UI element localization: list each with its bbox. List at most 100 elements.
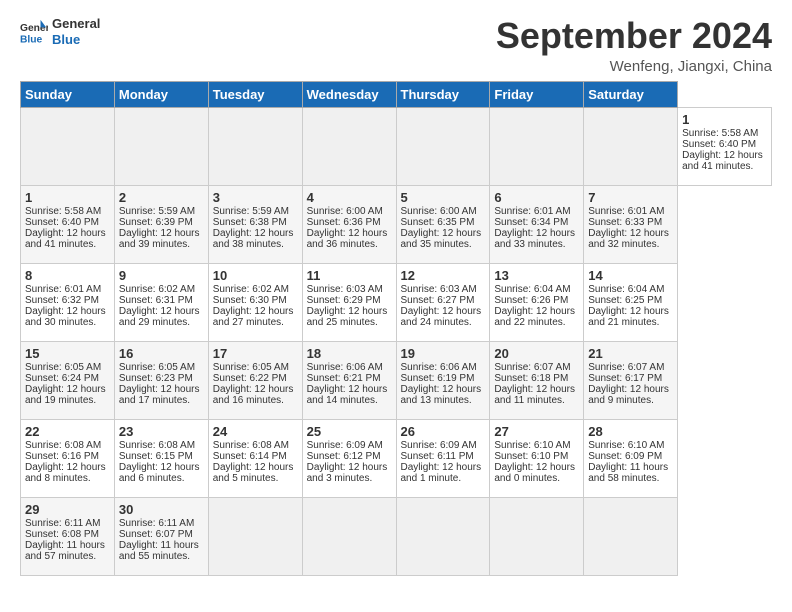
day-number: 6 xyxy=(494,190,579,205)
day-detail: Daylight: 12 hours xyxy=(307,306,392,317)
day-detail: Sunset: 6:40 PM xyxy=(682,139,767,150)
day-detail: Daylight: 12 hours xyxy=(682,150,767,161)
day-number: 30 xyxy=(119,502,204,517)
day-detail: Daylight: 12 hours xyxy=(588,384,673,395)
calendar-cell xyxy=(302,107,396,185)
calendar-cell: 28Sunrise: 6:10 AMSunset: 6:09 PMDayligh… xyxy=(584,419,678,497)
day-detail: Sunset: 6:40 PM xyxy=(25,217,110,228)
day-detail: Daylight: 12 hours xyxy=(119,384,204,395)
day-detail: Sunrise: 6:10 AM xyxy=(494,440,579,451)
day-detail: Sunrise: 6:01 AM xyxy=(494,206,579,217)
calendar-cell xyxy=(396,497,490,575)
calendar-cell: 14Sunrise: 6:04 AMSunset: 6:25 PMDayligh… xyxy=(584,263,678,341)
day-detail: and 21 minutes. xyxy=(588,317,673,328)
calendar-cell xyxy=(208,107,302,185)
day-detail: Sunset: 6:23 PM xyxy=(119,373,204,384)
calendar-cell: 22Sunrise: 6:08 AMSunset: 6:16 PMDayligh… xyxy=(21,419,115,497)
day-detail: Sunset: 6:12 PM xyxy=(307,451,392,462)
col-header-wednesday: Wednesday xyxy=(302,81,396,107)
logo: General Blue General Blue xyxy=(20,16,100,47)
day-detail: and 29 minutes. xyxy=(119,317,204,328)
day-detail: Sunset: 6:21 PM xyxy=(307,373,392,384)
day-detail: and 30 minutes. xyxy=(25,317,110,328)
day-detail: and 36 minutes. xyxy=(307,239,392,250)
calendar-cell xyxy=(490,107,584,185)
day-detail: Daylight: 12 hours xyxy=(213,306,298,317)
day-detail: Daylight: 12 hours xyxy=(307,384,392,395)
title-block: September 2024 Wenfeng, Jiangxi, China xyxy=(496,16,772,75)
day-number: 29 xyxy=(25,502,110,517)
day-detail: Daylight: 12 hours xyxy=(401,306,486,317)
day-detail: Daylight: 12 hours xyxy=(307,462,392,473)
calendar-cell: 12Sunrise: 6:03 AMSunset: 6:27 PMDayligh… xyxy=(396,263,490,341)
day-number: 16 xyxy=(119,346,204,361)
calendar-cell: 10Sunrise: 6:02 AMSunset: 6:30 PMDayligh… xyxy=(208,263,302,341)
day-detail: Daylight: 11 hours xyxy=(119,540,204,551)
day-number: 15 xyxy=(25,346,110,361)
day-detail: and 32 minutes. xyxy=(588,239,673,250)
day-number: 26 xyxy=(401,424,486,439)
day-detail: and 58 minutes. xyxy=(588,473,673,484)
day-detail: and 11 minutes. xyxy=(494,395,579,406)
logo-icon: General Blue xyxy=(20,18,48,46)
day-detail: Sunrise: 6:06 AM xyxy=(401,362,486,373)
day-number: 22 xyxy=(25,424,110,439)
calendar-cell: 25Sunrise: 6:09 AMSunset: 6:12 PMDayligh… xyxy=(302,419,396,497)
day-number: 20 xyxy=(494,346,579,361)
day-detail: Sunrise: 6:03 AM xyxy=(307,284,392,295)
day-detail: Sunrise: 5:58 AM xyxy=(25,206,110,217)
day-detail: Daylight: 12 hours xyxy=(588,306,673,317)
day-detail: Sunrise: 6:10 AM xyxy=(588,440,673,451)
day-detail: and 17 minutes. xyxy=(119,395,204,406)
day-number: 3 xyxy=(213,190,298,205)
calendar-cell: 2Sunrise: 5:59 AMSunset: 6:39 PMDaylight… xyxy=(114,185,208,263)
day-detail: and 1 minute. xyxy=(401,473,486,484)
day-detail: Daylight: 12 hours xyxy=(213,228,298,239)
day-detail: Sunset: 6:10 PM xyxy=(494,451,579,462)
calendar-cell: 8Sunrise: 6:01 AMSunset: 6:32 PMDaylight… xyxy=(21,263,115,341)
day-detail: Sunset: 6:32 PM xyxy=(25,295,110,306)
day-detail: and 38 minutes. xyxy=(213,239,298,250)
day-detail: and 27 minutes. xyxy=(213,317,298,328)
day-number: 19 xyxy=(401,346,486,361)
calendar-cell: 17Sunrise: 6:05 AMSunset: 6:22 PMDayligh… xyxy=(208,341,302,419)
day-detail: and 33 minutes. xyxy=(494,239,579,250)
header: General Blue General Blue September 2024… xyxy=(20,16,772,75)
day-detail: Sunset: 6:07 PM xyxy=(119,529,204,540)
calendar-cell: 26Sunrise: 6:09 AMSunset: 6:11 PMDayligh… xyxy=(396,419,490,497)
main-container: General Blue General Blue September 2024… xyxy=(0,0,792,586)
day-detail: Sunset: 6:27 PM xyxy=(401,295,486,306)
day-detail: Sunset: 6:09 PM xyxy=(588,451,673,462)
day-detail: Daylight: 12 hours xyxy=(401,462,486,473)
day-detail: Sunset: 6:17 PM xyxy=(588,373,673,384)
day-number: 25 xyxy=(307,424,392,439)
day-detail: Sunset: 6:31 PM xyxy=(119,295,204,306)
day-detail: Sunrise: 6:05 AM xyxy=(119,362,204,373)
day-detail: Sunrise: 6:08 AM xyxy=(119,440,204,451)
day-detail: Sunset: 6:18 PM xyxy=(494,373,579,384)
calendar-cell xyxy=(396,107,490,185)
day-detail: Sunset: 6:08 PM xyxy=(25,529,110,540)
day-detail: Sunrise: 6:11 AM xyxy=(119,518,204,529)
day-detail: Sunrise: 6:07 AM xyxy=(588,362,673,373)
col-header-monday: Monday xyxy=(114,81,208,107)
col-header-thursday: Thursday xyxy=(396,81,490,107)
day-detail: and 41 minutes. xyxy=(682,161,767,172)
day-detail: Sunset: 6:29 PM xyxy=(307,295,392,306)
day-number: 17 xyxy=(213,346,298,361)
day-detail: Sunrise: 6:07 AM xyxy=(494,362,579,373)
day-number: 23 xyxy=(119,424,204,439)
day-detail: and 24 minutes. xyxy=(401,317,486,328)
day-detail: Sunrise: 5:59 AM xyxy=(119,206,204,217)
day-detail: Daylight: 12 hours xyxy=(494,384,579,395)
day-number: 21 xyxy=(588,346,673,361)
logo-general: General xyxy=(52,16,100,32)
day-detail: Sunset: 6:36 PM xyxy=(307,217,392,228)
calendar-cell: 15Sunrise: 6:05 AMSunset: 6:24 PMDayligh… xyxy=(21,341,115,419)
day-detail: and 35 minutes. xyxy=(401,239,486,250)
calendar-cell: 27Sunrise: 6:10 AMSunset: 6:10 PMDayligh… xyxy=(490,419,584,497)
calendar-cell: 20Sunrise: 6:07 AMSunset: 6:18 PMDayligh… xyxy=(490,341,584,419)
day-number: 10 xyxy=(213,268,298,283)
calendar-cell: 24Sunrise: 6:08 AMSunset: 6:14 PMDayligh… xyxy=(208,419,302,497)
day-detail: Daylight: 11 hours xyxy=(25,540,110,551)
